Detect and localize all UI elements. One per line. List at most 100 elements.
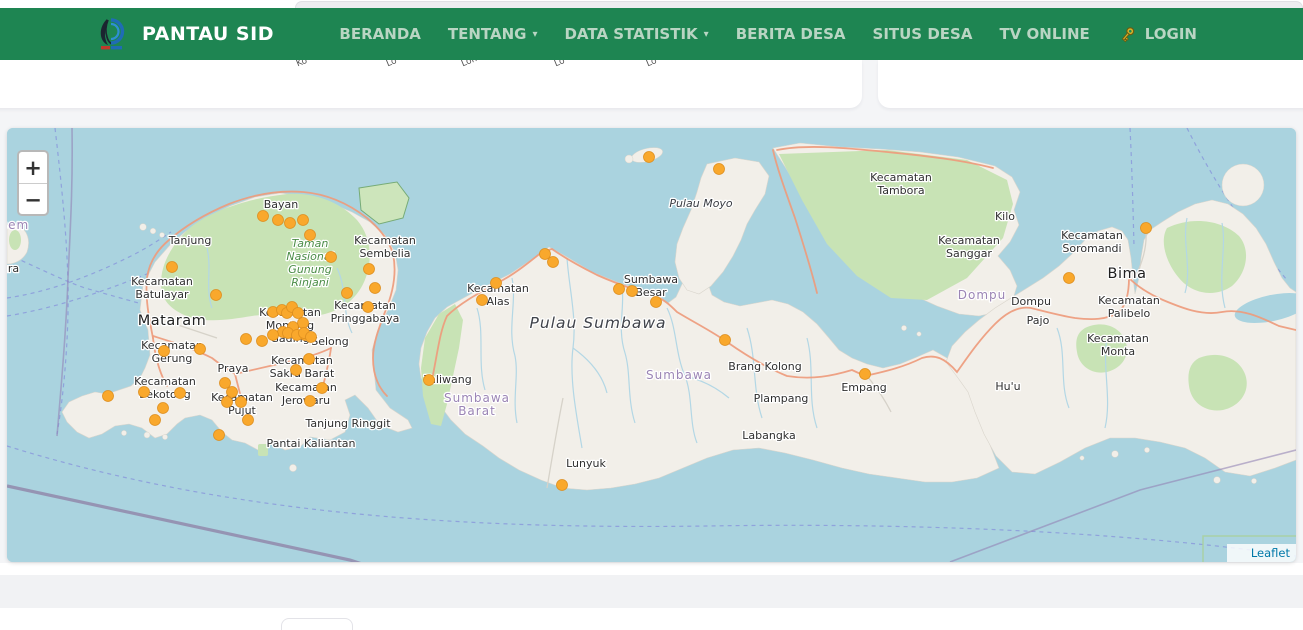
map-attribution: Leaflet <box>1227 544 1296 562</box>
map-label: ura <box>7 262 19 275</box>
map-label: Bayan <box>264 198 299 211</box>
map-label: Empang <box>841 381 886 394</box>
map-marker[interactable] <box>159 346 170 357</box>
map-marker[interactable] <box>477 295 488 306</box>
map-marker[interactable] <box>258 211 269 222</box>
map-marker[interactable] <box>222 397 233 408</box>
map-marker[interactable] <box>548 257 559 268</box>
chart-axis-label-partial: Lo <box>645 60 658 69</box>
brand-title: PANTAU SID <box>142 23 274 45</box>
map-marker[interactable] <box>150 415 161 426</box>
chevron-down-icon: ▾ <box>532 29 537 40</box>
map-marker[interactable] <box>306 332 317 343</box>
map-marker[interactable] <box>103 391 114 402</box>
map-zoom-control: + − <box>17 150 49 216</box>
map-label: Bima <box>1108 266 1147 282</box>
map-label: TamanNasionalGunungRinjani <box>286 237 333 289</box>
brand-logo-icon <box>95 16 128 53</box>
map-marker[interactable] <box>285 218 296 229</box>
chart-axis-label-partial: Lom <box>460 60 481 69</box>
map-marker[interactable] <box>175 388 186 399</box>
map-marker[interactable] <box>627 286 638 297</box>
map-marker[interactable] <box>342 288 353 299</box>
map-marker[interactable] <box>1141 223 1152 234</box>
login-label: LOGIN <box>1145 25 1197 43</box>
map-marker[interactable] <box>326 252 337 263</box>
map-marker[interactable] <box>557 480 568 491</box>
map-marker[interactable] <box>241 334 252 345</box>
islet <box>144 432 150 438</box>
key-icon <box>1118 25 1137 44</box>
map-marker[interactable] <box>317 383 328 394</box>
leaflet-attribution-link[interactable]: Leaflet <box>1251 546 1290 560</box>
island-circular <box>1222 164 1264 206</box>
map-label: Hu'u <box>995 380 1020 393</box>
map-marker[interactable] <box>1064 273 1075 284</box>
map-label: Dompu <box>1011 295 1051 308</box>
brand-group[interactable]: PANTAU SID <box>95 16 274 53</box>
nav-item-berita-desa[interactable]: BERITA DESA <box>736 25 846 43</box>
map-marker[interactable] <box>257 336 268 347</box>
nav-item-beranda[interactable]: BERANDA <box>339 25 420 43</box>
map-marker[interactable] <box>243 415 254 426</box>
map-marker[interactable] <box>363 302 374 313</box>
map-marker[interactable] <box>195 344 206 355</box>
nav-item-situs-desa[interactable]: SITUS DESA <box>873 25 973 43</box>
nav-menu: BERANDA TENTANG▾ DATA STATISTIK▾ BERITA DES… <box>339 25 1089 43</box>
zoom-in-button[interactable]: + <box>19 152 47 183</box>
map-marker[interactable] <box>860 369 871 380</box>
leaflet-map[interactable]: BayanTanjungKecamatanSembeliaKecamatanBa… <box>7 128 1296 562</box>
nav-item-tv-online[interactable]: TV ONLINE <box>999 25 1089 43</box>
map-marker[interactable] <box>291 365 302 376</box>
zoom-out-button[interactable]: − <box>19 184 47 215</box>
map-label: Sumbawa <box>646 368 712 382</box>
map-marker[interactable] <box>214 430 225 441</box>
nav-item-data-statistik[interactable]: DATA STATISTIK▾ <box>564 25 708 43</box>
map-marker[interactable] <box>298 215 309 226</box>
islet <box>1144 447 1149 452</box>
map-marker[interactable] <box>720 335 731 346</box>
map-label: Praya <box>218 362 249 375</box>
top-strip <box>0 0 1303 8</box>
map-marker[interactable] <box>304 354 315 365</box>
map-marker[interactable] <box>158 403 169 414</box>
map-marker[interactable] <box>370 283 381 294</box>
map-marker[interactable] <box>364 264 375 275</box>
map-marker[interactable] <box>293 308 304 319</box>
map-marker[interactable] <box>167 262 178 273</box>
map-marker[interactable] <box>298 318 309 329</box>
map-marker[interactable] <box>268 330 279 341</box>
map-marker[interactable] <box>273 215 284 226</box>
map-marker[interactable] <box>220 378 231 389</box>
map-label: KecamatanSembelia <box>354 234 416 260</box>
map-label: Pulau Sumbawa <box>530 314 667 332</box>
map-label: KecamatanSoromandi <box>1061 229 1123 255</box>
map-marker[interactable] <box>644 152 655 163</box>
top-strip-card <box>295 1 1303 8</box>
login-button[interactable]: LOGIN <box>1118 25 1197 44</box>
map-marker[interactable] <box>139 387 150 398</box>
map-marker[interactable] <box>211 290 222 301</box>
nav-item-tentang[interactable]: TENTANG▾ <box>448 25 538 43</box>
islet <box>1080 456 1084 460</box>
section-divider-band <box>0 575 1303 608</box>
map-canvas[interactable]: BayanTanjungKecamatanSembeliaKecamatanBa… <box>7 128 1296 562</box>
map-marker[interactable] <box>614 284 625 295</box>
islet <box>150 228 156 234</box>
map-label: Pajo <box>1027 314 1050 327</box>
map-marker[interactable] <box>236 397 247 408</box>
map-label: Labangka <box>742 429 795 442</box>
map-marker[interactable] <box>305 230 316 241</box>
islet <box>625 155 633 163</box>
islet <box>160 233 165 238</box>
map-marker[interactable] <box>491 278 502 289</box>
islet <box>162 434 167 439</box>
map-marker[interactable] <box>714 164 725 175</box>
map-marker[interactable] <box>424 375 435 386</box>
content-background: KoLoLomLoLo <box>0 60 1303 563</box>
map-marker[interactable] <box>651 297 662 308</box>
map-label: Dompu <box>958 288 1007 302</box>
map-marker[interactable] <box>227 387 238 398</box>
map-marker[interactable] <box>305 396 316 407</box>
islet <box>140 224 147 231</box>
